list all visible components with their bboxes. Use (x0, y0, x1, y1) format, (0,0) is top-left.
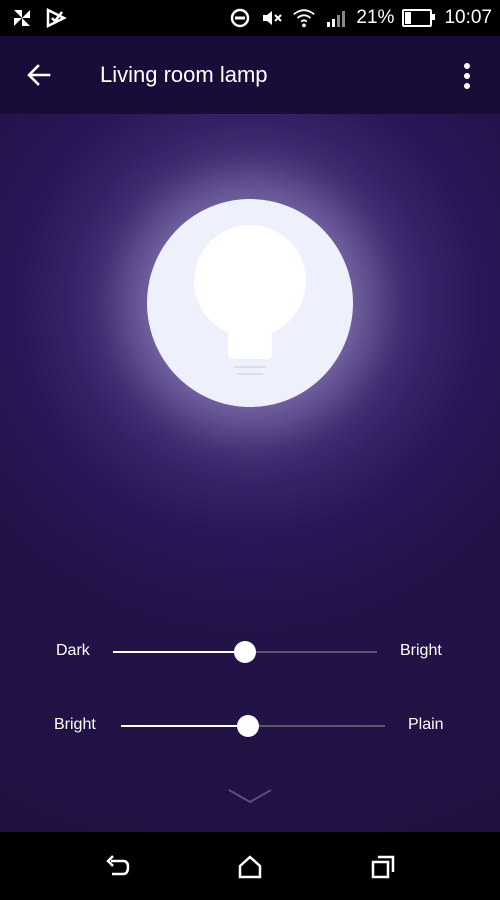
page-title: Living room lamp (100, 62, 268, 87)
color-slider-row: Bright Plain (0, 706, 500, 746)
color-slider-thumb[interactable] (236, 715, 259, 737)
wifi-icon (292, 6, 316, 30)
nav-home-button[interactable] (233, 850, 267, 884)
status-left-icons (10, 6, 68, 30)
color-min-label: Bright (54, 716, 96, 733)
home-nav-icon (238, 855, 262, 879)
battery-level-fill (405, 12, 411, 24)
mute-icon (260, 6, 284, 30)
signal-icon (324, 6, 348, 30)
more-vert-icon-dot (464, 63, 470, 69)
lightbulb-icon (194, 225, 306, 375)
brightness-slider-thumb[interactable] (234, 641, 256, 663)
back-nav-icon (106, 855, 130, 876)
battery-icon (402, 9, 436, 27)
recents-nav-icon (371, 855, 395, 879)
more-vert-icon-dot (464, 83, 470, 89)
color-slider-fill (121, 725, 248, 727)
back-button[interactable] (22, 58, 56, 92)
nav-back-button[interactable] (100, 850, 134, 884)
brightness-slider-fill (113, 651, 245, 653)
brightness-slider-row: Dark Bright (0, 632, 500, 672)
chevron-down-icon[interactable] (226, 786, 274, 806)
do-not-disturb-icon (228, 6, 252, 30)
status-right-icons: 21% 10:07 (228, 0, 492, 36)
color-slider-track[interactable] (121, 715, 385, 737)
more-vert-icon-dot (464, 73, 470, 79)
vpn-check-icon (44, 6, 68, 30)
arrow-left-icon (27, 64, 51, 86)
brightness-min-label: Dark (56, 642, 90, 659)
lamp-control-panel: Dark Bright Bright Plain (0, 114, 500, 832)
status-time: 10:07 (444, 7, 492, 28)
battery-percent: 21% (356, 7, 395, 28)
color-max-label: Plain (408, 716, 444, 733)
nav-recents-button[interactable] (366, 850, 400, 884)
more-options-button[interactable] (452, 58, 482, 94)
app-bar: Living room lamp (0, 36, 500, 114)
brightness-max-label: Bright (400, 642, 442, 659)
lamp-toggle-button[interactable] (147, 199, 353, 407)
pinwheel-icon (10, 6, 34, 30)
system-nav-bar (0, 832, 500, 900)
brightness-slider-track[interactable] (113, 641, 377, 663)
status-bar: 21% 10:07 (0, 0, 500, 36)
